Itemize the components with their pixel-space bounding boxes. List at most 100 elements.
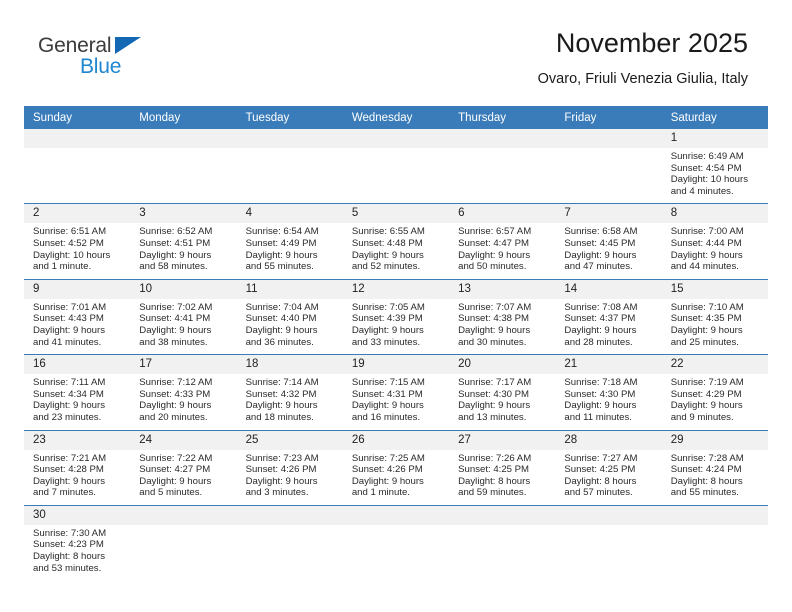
- sunrise-text: Sunrise: 7:14 AM: [245, 377, 319, 389]
- daylight-text-line1: Daylight: 9 hours: [564, 400, 637, 412]
- day-number: [130, 505, 237, 525]
- day-number: 11: [236, 279, 343, 299]
- calendar-day-cell[interactable]: 6 Sunrise: 6:57 AM Sunset: 4:47 PM Daylight…: [449, 203, 556, 280]
- calendar-empty-cell: [555, 504, 662, 581]
- calendar-day-cell[interactable]: 13 Sunrise: 7:07 AM Sunset: 4:38 PM Dayligh…: [449, 278, 556, 355]
- day-cell-inner: 8 Sunrise: 7:00 AM Sunset: 4:44 PM Daylight…: [661, 204, 768, 279]
- day-number: 21: [555, 355, 662, 375]
- calendar-week-row: 23 Sunrise: 7:21 AM Sunset: 4:28 PM Dayligh…: [24, 429, 768, 506]
- calendar-day-cell[interactable]: 14 Sunrise: 7:08 AM Sunset: 4:37 PM Dayligh…: [555, 278, 662, 355]
- calendar-day-cell[interactable]: 10 Sunrise: 7:02 AM Sunset: 4:41 PM Dayligh…: [130, 278, 237, 355]
- weekday-header-monday: Monday: [130, 106, 237, 129]
- weekday-header-saturday: Saturday: [661, 106, 768, 129]
- daylight-text-line2: and 52 minutes.: [351, 261, 421, 273]
- daylight-text-line1: Daylight: 9 hours: [351, 400, 424, 412]
- sunset-text: Sunset: 4:26 PM: [245, 464, 317, 476]
- sunset-text: Sunset: 4:54 PM: [670, 162, 742, 174]
- calendar-day-cell[interactable]: 24 Sunrise: 7:22 AM Sunset: 4:27 PM Dayligh…: [130, 429, 237, 506]
- calendar-day-cell[interactable]: 7 Sunrise: 6:58 AM Sunset: 4:45 PM Daylight…: [555, 203, 662, 280]
- day-cell-inner: [449, 129, 556, 201]
- day-number: 16: [24, 355, 131, 375]
- calendar-day-cell[interactable]: 28 Sunrise: 7:27 AM Sunset: 4:25 PM Dayligh…: [555, 429, 662, 506]
- sunset-text: Sunset: 4:32 PM: [245, 388, 317, 400]
- calendar-day-cell[interactable]: 16 Sunrise: 7:11 AM Sunset: 4:34 PM Dayligh…: [24, 354, 131, 430]
- calendar-day-cell[interactable]: 29 Sunrise: 7:28 AM Sunset: 4:24 PM Dayligh…: [661, 429, 768, 506]
- sunrise-text: Sunrise: 7:01 AM: [33, 301, 107, 313]
- calendar-day-cell[interactable]: 23 Sunrise: 7:21 AM Sunset: 4:28 PM Dayligh…: [24, 429, 131, 506]
- calendar-day-cell[interactable]: 8 Sunrise: 7:00 AM Sunset: 4:44 PM Daylight…: [661, 203, 768, 280]
- day-details: Sunrise: 7:17 AM Sunset: 4:30 PM Daylight:…: [449, 374, 555, 429]
- sunrise-text: Sunrise: 6:57 AM: [458, 226, 532, 238]
- sunrise-text: Sunrise: 7:27 AM: [564, 452, 638, 464]
- sunrise-text: Sunrise: 7:21 AM: [33, 452, 107, 464]
- day-details: Sunrise: 7:12 AM Sunset: 4:33 PM Daylight:…: [130, 374, 236, 429]
- calendar-day-cell[interactable]: 27 Sunrise: 7:26 AM Sunset: 4:25 PM Dayligh…: [449, 429, 556, 506]
- day-details: Sunrise: 7:14 AM Sunset: 4:32 PM Daylight:…: [237, 374, 343, 429]
- calendar-day-cell[interactable]: 4 Sunrise: 6:54 AM Sunset: 4:49 PM Daylight…: [236, 203, 343, 280]
- calendar-day-cell[interactable]: 5 Sunrise: 6:55 AM Sunset: 4:48 PM Daylight…: [342, 203, 450, 280]
- calendar-day-cell[interactable]: 18 Sunrise: 7:14 AM Sunset: 4:32 PM Dayligh…: [236, 354, 343, 430]
- day-number: 24: [130, 430, 237, 450]
- daylight-text-line2: and 58 minutes.: [139, 261, 208, 273]
- sunrise-text: Sunrise: 6:55 AM: [351, 226, 425, 238]
- calendar-day-cell[interactable]: 17 Sunrise: 7:12 AM Sunset: 4:33 PM Dayligh…: [130, 354, 237, 430]
- calendar-header-row: Sunday Monday Tuesday Wednesday Thursday…: [24, 106, 768, 129]
- day-details: Sunrise: 7:04 AM Sunset: 4:40 PM Daylight:…: [237, 299, 343, 354]
- daylight-text-line1: Daylight: 9 hours: [245, 400, 318, 412]
- day-cell-inner: 27 Sunrise: 7:26 AM Sunset: 4:25 PM Dayligh…: [449, 430, 556, 505]
- logo-triangle-icon: [115, 37, 141, 54]
- sunrise-sunset-calendar-table: Sunday Monday Tuesday Wednesday Thursday…: [24, 106, 768, 581]
- day-details: Sunrise: 7:27 AM Sunset: 4:25 PM Daylight:…: [555, 450, 661, 505]
- day-cell-inner: 29 Sunrise: 7:28 AM Sunset: 4:24 PM Dayligh…: [661, 430, 768, 505]
- page-subtitle: Ovaro, Friuli Venezia Giulia, Italy: [537, 71, 748, 87]
- calendar-day-cell[interactable]: 3 Sunrise: 6:52 AM Sunset: 4:51 PM Daylight…: [130, 203, 237, 280]
- daylight-text-line2: and 9 minutes.: [670, 411, 734, 423]
- day-number: [449, 129, 556, 148]
- calendar-day-cell[interactable]: 21 Sunrise: 7:18 AM Sunset: 4:30 PM Dayligh…: [555, 354, 662, 430]
- day-details: Sunrise: 6:54 AM Sunset: 4:49 PM Daylight:…: [237, 223, 343, 278]
- weekday-header-thursday: Thursday: [449, 106, 556, 129]
- calendar-day-cell[interactable]: 1 Sunrise: 6:49 AM Sunset: 4:54 PM Daylight…: [661, 129, 768, 204]
- calendar-day-cell[interactable]: 22 Sunrise: 7:19 AM Sunset: 4:29 PM Dayligh…: [661, 354, 768, 430]
- daylight-text-line2: and 18 minutes.: [245, 411, 314, 423]
- sunrise-text: Sunrise: 7:23 AM: [245, 452, 319, 464]
- daylight-text-line1: Daylight: 9 hours: [670, 324, 743, 336]
- sunset-text: Sunset: 4:33 PM: [139, 388, 211, 400]
- calendar-day-cell[interactable]: 25 Sunrise: 7:23 AM Sunset: 4:26 PM Dayligh…: [236, 429, 343, 506]
- logo-text-blue: Blue: [80, 55, 122, 78]
- calendar-day-cell[interactable]: 19 Sunrise: 7:15 AM Sunset: 4:31 PM Dayligh…: [342, 354, 450, 430]
- daylight-text-line1: Daylight: 8 hours: [564, 475, 637, 487]
- calendar-day-cell[interactable]: 12 Sunrise: 7:05 AM Sunset: 4:39 PM Dayligh…: [342, 278, 450, 355]
- day-number: [342, 129, 450, 148]
- daylight-text-line2: and 28 minutes.: [564, 336, 633, 348]
- day-cell-inner: 24 Sunrise: 7:22 AM Sunset: 4:27 PM Dayligh…: [130, 430, 237, 505]
- day-details: Sunrise: 7:00 AM Sunset: 4:44 PM Daylight:…: [662, 223, 768, 278]
- sunrise-text: Sunrise: 7:04 AM: [245, 301, 319, 313]
- calendar-page: General Blue November 2025 Ovaro, Friuli…: [0, 0, 792, 612]
- calendar-empty-cell: [130, 504, 237, 581]
- day-number: 26: [342, 430, 450, 450]
- day-details: Sunrise: 7:07 AM Sunset: 4:38 PM Daylight:…: [449, 299, 555, 354]
- day-details: Sunrise: 7:19 AM Sunset: 4:29 PM Daylight:…: [662, 374, 768, 429]
- daylight-text-line1: Daylight: 8 hours: [33, 551, 105, 563]
- day-cell-inner: 10 Sunrise: 7:02 AM Sunset: 4:41 PM Dayligh…: [130, 279, 237, 355]
- daylight-text-line1: Daylight: 8 hours: [458, 475, 531, 487]
- day-details: Sunrise: 6:49 AM Sunset: 4:54 PM Daylight:…: [662, 148, 768, 203]
- calendar-empty-cell: [236, 504, 343, 581]
- calendar-day-cell[interactable]: 2 Sunrise: 6:51 AM Sunset: 4:52 PM Daylight…: [24, 203, 131, 280]
- calendar-day-cell[interactable]: 15 Sunrise: 7:10 AM Sunset: 4:35 PM Dayligh…: [661, 278, 768, 355]
- weekday-header-tuesday: Tuesday: [236, 106, 343, 129]
- calendar-day-cell[interactable]: 30 Sunrise: 7:30 AM Sunset: 4:23 PM Dayligh…: [24, 504, 131, 581]
- calendar-day-cell[interactable]: 20 Sunrise: 7:17 AM Sunset: 4:30 PM Dayligh…: [449, 354, 556, 430]
- calendar-day-cell[interactable]: 26 Sunrise: 7:25 AM Sunset: 4:26 PM Dayligh…: [342, 429, 450, 506]
- day-cell-inner: [342, 505, 450, 578]
- day-number: 25: [236, 430, 343, 450]
- calendar-day-cell[interactable]: 11 Sunrise: 7:04 AM Sunset: 4:40 PM Dayligh…: [236, 278, 343, 355]
- day-details: Sunrise: 7:26 AM Sunset: 4:25 PM Daylight:…: [449, 450, 555, 505]
- sunset-text: Sunset: 4:47 PM: [458, 237, 530, 249]
- calendar-day-cell[interactable]: 9 Sunrise: 7:01 AM Sunset: 4:43 PM Daylight…: [24, 278, 131, 355]
- daylight-text-line1: Daylight: 9 hours: [564, 324, 637, 336]
- day-number: 14: [555, 279, 662, 299]
- day-details: Sunrise: 6:58 AM Sunset: 4:45 PM Daylight:…: [555, 223, 661, 278]
- day-details: Sunrise: 7:22 AM Sunset: 4:27 PM Daylight:…: [130, 450, 236, 505]
